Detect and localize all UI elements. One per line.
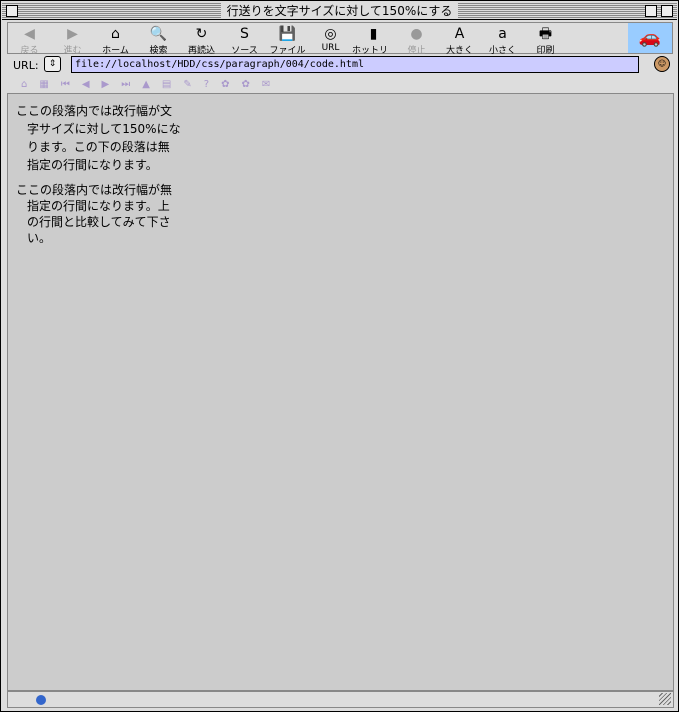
- prev-icon[interactable]: ◀: [82, 79, 90, 90]
- bookmark-icon[interactable]: ✿: [241, 79, 249, 90]
- toolbar-icon: 🔍: [149, 26, 168, 42]
- resize-grip[interactable]: [659, 693, 671, 705]
- toolbar-icon: 🖶: [538, 26, 553, 42]
- window-title: 行送りを文字サイズに対して150%にする: [220, 2, 459, 19]
- home-icon[interactable]: ⌂: [21, 79, 27, 90]
- toolbar-icon: 💾: [278, 26, 297, 42]
- toolbar-icon: ●: [410, 26, 423, 42]
- toolbar-button[interactable]: 🔍 検索: [137, 23, 180, 56]
- toolbar-icon: S: [240, 26, 249, 42]
- toolbar-button[interactable]: A 大きく: [438, 23, 481, 56]
- toolbar-button[interactable]: ● 停止: [395, 23, 438, 56]
- toolbar-icon: ▮: [369, 26, 378, 42]
- title-bar[interactable]: 行送りを文字サイズに対して150%にする: [2, 2, 677, 20]
- toolbar-icon: ⌂: [111, 26, 120, 42]
- settings-icon[interactable]: ✿: [221, 79, 229, 90]
- toolbar: ◀戻る▶進む⌂ホーム🔍検索↻再読込Sソース💾ファイル◎URL▮ホットリスト●停止…: [7, 22, 673, 69]
- mail-icon[interactable]: ✉: [262, 79, 270, 90]
- last-icon[interactable]: ⏭: [121, 79, 130, 90]
- status-bar: [7, 691, 674, 708]
- page-content: ここの段落内では改行幅が文字サイズに対して150%になります。この下の段落は無指…: [7, 93, 674, 691]
- status-face-icon: ☺: [654, 56, 670, 72]
- collapse-box[interactable]: [661, 5, 673, 17]
- url-input[interactable]: file://localhost/HDD/css/paragraph/004/c…: [71, 56, 639, 73]
- next-icon[interactable]: ▶: [102, 79, 110, 90]
- browser-logo-icon: 🚗: [628, 23, 672, 53]
- url-history-stepper[interactable]: ⇕: [44, 56, 61, 72]
- zoom-box[interactable]: [645, 5, 657, 17]
- url-bar: URL: ⇕ file://localhost/HDD/css/paragrap…: [7, 55, 673, 75]
- toolbar-button[interactable]: a 小さく: [481, 23, 524, 56]
- toolbar-icon: A: [454, 26, 465, 42]
- search-icon[interactable]: ✎: [183, 79, 191, 90]
- toolbar-button[interactable]: 💾 ファイル: [266, 23, 309, 56]
- navigation-bar: ⌂ ▦ ⏮ ◀ ▶ ⏭ ▲ ▤ ✎ ? ✿ ✿ ✉: [7, 76, 673, 92]
- grid-icon[interactable]: ▦: [39, 79, 48, 90]
- toolbar-button[interactable]: ▶ 進む: [51, 23, 94, 56]
- index-icon[interactable]: ▤: [162, 79, 171, 90]
- help-icon[interactable]: ?: [204, 79, 209, 90]
- url-label: URL:: [13, 58, 39, 72]
- toolbar-icon: ↻: [195, 26, 208, 42]
- globe-icon: [36, 695, 46, 705]
- up-icon[interactable]: ▲: [142, 79, 150, 90]
- paragraph-normal: ここの段落内では改行幅が無指定の行間になります。上の行間と比較してみて下さい。: [16, 183, 173, 245]
- close-box[interactable]: [6, 5, 18, 17]
- toolbar-icon: ◎: [324, 26, 337, 42]
- paragraph-150: ここの段落内では改行幅が文字サイズに対して150%になります。この下の段落は無指…: [16, 104, 181, 172]
- toolbar-button[interactable]: ⌂ ホーム: [94, 23, 137, 56]
- toolbar-icon: ◀: [24, 26, 35, 42]
- toolbar-button[interactable]: 🖶 印刷: [524, 23, 567, 56]
- toolbar-icon: a: [498, 26, 507, 42]
- toolbar-button[interactable]: ▮ホットリスト: [352, 23, 395, 69]
- toolbar-label: URL: [321, 43, 340, 53]
- toolbar-button[interactable]: ◀ 戻る: [8, 23, 51, 56]
- toolbar-icon: ▶: [67, 26, 78, 42]
- toolbar-button[interactable]: S ソース: [223, 23, 266, 56]
- first-icon[interactable]: ⏮: [61, 79, 70, 90]
- toolbar-button[interactable]: ↻ 再読込: [180, 23, 223, 56]
- toolbar-button[interactable]: ◎ URL: [309, 23, 352, 53]
- browser-window: 行送りを文字サイズに対して150%にする ◀ 戻る ▶ 進む ⌂ ホーム 🔍 検索 ↻ 再読込 S ソ…: [0, 0, 679, 712]
